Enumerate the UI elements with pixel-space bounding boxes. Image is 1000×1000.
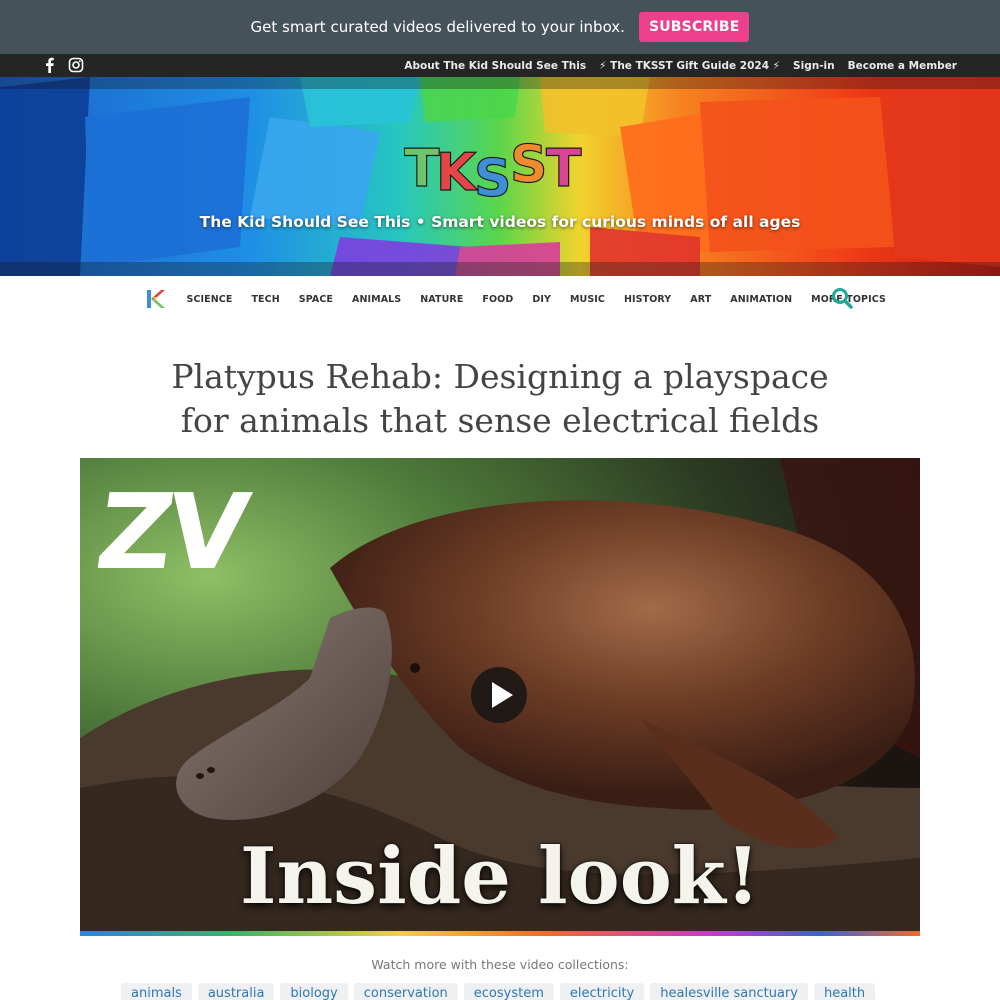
facebook-icon[interactable] [42,57,58,73]
title-line-1: Platypus Rehab: Designing a playspace [171,357,829,396]
nav-animation[interactable]: ANIMATION [721,294,802,305]
nav-music[interactable]: MUSIC [560,294,614,305]
tag-healesville-sanctuary[interactable]: healesville sanctuary [650,983,808,1000]
nav-food[interactable]: FOOD [473,294,523,305]
tag-ecosystem[interactable]: ecosystem [463,983,554,1000]
tag-health[interactable]: health [813,983,876,1000]
nav-science[interactable]: SCIENCE [177,294,242,305]
channel-logo-text: ZV [89,471,251,593]
tag-australia[interactable]: australia [197,983,275,1000]
article-title: Platypus Rehab: Designing a playspace fo… [100,355,900,443]
sign-in-link[interactable]: Sign-in [793,60,835,72]
collection-tags: animals australia biology conservation e… [121,983,876,1000]
search-icon[interactable] [831,287,853,309]
svg-text:K: K [436,143,478,202]
title-line-2: for animals that sense electrical fields [180,401,820,440]
main-nav: SCIENCE TECH SPACE ANIMALS NATURE FOOD D… [0,276,1000,322]
svg-text:S: S [510,135,547,195]
social-links [42,57,84,73]
become-member-link[interactable]: Become a Member [848,60,957,72]
nav-art[interactable]: ART [681,294,721,305]
play-button-icon[interactable] [471,667,527,723]
utility-links: About The Kid Should See This ⚡ The TKSS… [404,54,957,77]
utility-bar: About The Kid Should See This ⚡ The TKSS… [0,54,1000,77]
svg-text:T: T [404,139,440,199]
instagram-icon[interactable] [68,57,84,73]
nav-diy[interactable]: DIY [523,294,561,305]
hero-banner: T K S S T The Kid Should See This • Smar… [0,77,1000,276]
tag-animals[interactable]: animals [121,983,192,1000]
site-tagline: The Kid Should See This • Smart videos f… [199,213,801,231]
svg-text:S: S [474,149,511,202]
gift-guide-link[interactable]: ⚡ The TKSST Gift Guide 2024 ⚡ [599,60,780,72]
tag-electricity[interactable]: electricity [559,983,645,1000]
promo-text: Get smart curated videos delivered to yo… [250,18,625,36]
collections-label: Watch more with these video collections: [371,957,629,972]
k-logo-icon[interactable] [146,288,166,310]
nav-nature[interactable]: NATURE [411,294,473,305]
about-link[interactable]: About The Kid Should See This [404,60,586,72]
svg-text:T: T [546,139,582,199]
video-player[interactable]: ZV Inside look! [80,458,920,932]
nav-tech[interactable]: TECH [242,294,289,305]
nav-history[interactable]: HISTORY [615,294,681,305]
newsletter-promo-bar: Get smart curated videos delivered to yo… [0,0,1000,54]
tksst-logo[interactable]: T K S S T [404,134,596,202]
nav-space[interactable]: SPACE [289,294,342,305]
topic-menu: SCIENCE TECH SPACE ANIMALS NATURE FOOD D… [177,276,895,322]
nav-animals[interactable]: ANIMALS [343,294,411,305]
tag-biology[interactable]: biology [280,983,348,1000]
video-rainbow-bar [80,931,920,936]
thumbnail-caption: Inside look! [239,831,761,922]
tag-conservation[interactable]: conservation [353,983,458,1000]
subscribe-button[interactable]: SUBSCRIBE [638,12,750,42]
